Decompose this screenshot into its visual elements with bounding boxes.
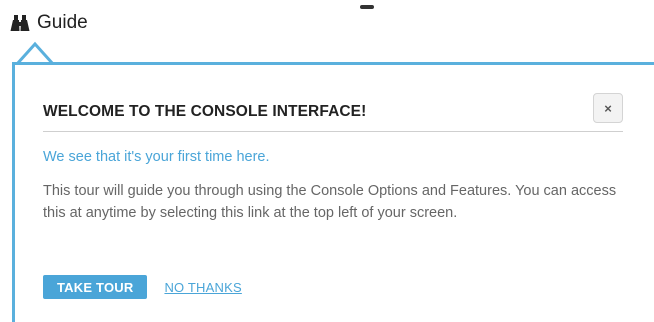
take-tour-button[interactable]: TAKE TOUR: [43, 275, 148, 299]
popover-actions: TAKE TOUR NO THANKS: [43, 275, 242, 299]
close-icon: ×: [604, 100, 612, 116]
body-text: This tour will guide you through using t…: [43, 183, 617, 221]
guide-link[interactable]: Guide: [10, 9, 88, 37]
binoculars-icon: [10, 15, 30, 31]
guide-label: Guide: [37, 12, 88, 33]
page: Guide WELCOME TO THE CONSOLE INTERFACE! …: [0, 0, 654, 322]
header-divider: [43, 131, 623, 132]
close-button[interactable]: ×: [593, 93, 623, 123]
no-thanks-link[interactable]: NO THANKS: [164, 280, 241, 295]
intro-text: We see that it's your first time here.: [43, 149, 270, 165]
stray-mark: [360, 5, 374, 9]
popover-title: WELCOME TO THE CONSOLE INTERFACE!: [43, 103, 367, 120]
welcome-popover: WELCOME TO THE CONSOLE INTERFACE! × We s…: [12, 62, 654, 322]
popover-header: WELCOME TO THE CONSOLE INTERFACE! ×: [43, 93, 623, 131]
